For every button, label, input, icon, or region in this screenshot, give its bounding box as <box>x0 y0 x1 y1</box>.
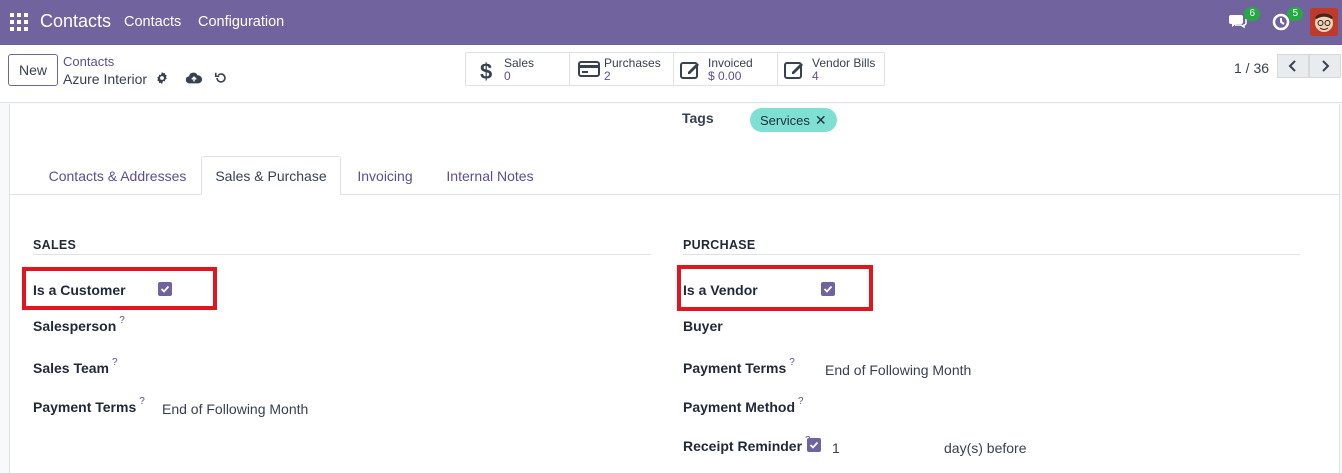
close-icon[interactable]: ✕ <box>815 112 827 129</box>
purchase-payment-terms-field[interactable]: End of Following Month <box>825 362 971 378</box>
vendor-bills-value: 4 <box>812 69 819 83</box>
tab-contacts-addresses[interactable]: Contacts & Addresses <box>34 156 201 195</box>
purchase-payment-terms-label: Payment Terms? <box>683 357 795 376</box>
tag-label: Services <box>760 112 810 128</box>
receipt-reminder-days-input[interactable]: 1 <box>832 440 840 456</box>
help-icon[interactable]: ? <box>112 357 118 368</box>
vendor-bills-label: Vendor Bills <box>812 56 876 70</box>
help-icon[interactable]: ? <box>139 396 145 407</box>
messages-icon[interactable]: 6 <box>1228 7 1260 33</box>
payment-method-label: Payment Method? <box>683 396 804 415</box>
salesperson-label: Salesperson? <box>33 315 125 334</box>
receipt-reminder-label: Receipt Reminder? <box>683 435 811 454</box>
purchases-smart-button[interactable]: Purchases 2 <box>570 53 674 85</box>
top-navbar: Contacts Contacts Configuration 6 5 <box>0 0 1342 45</box>
highlight-is-vendor <box>677 265 873 311</box>
app-name[interactable]: Contacts <box>40 11 111 32</box>
cloud-upload-icon[interactable] <box>185 71 203 86</box>
pager-previous-button[interactable] <box>1277 54 1309 78</box>
sales-value: 0 <box>504 69 511 83</box>
smart-buttons: $ Sales 0 Purchases 2 Invoiced $ 0.00 Ve… <box>465 52 885 86</box>
menu-configuration[interactable]: Configuration <box>198 14 284 30</box>
sales-payment-terms-field[interactable]: End of Following Month <box>162 401 308 417</box>
new-button[interactable]: New <box>8 54 58 86</box>
svg-text:$: $ <box>480 59 492 83</box>
activities-icon[interactable]: 5 <box>1271 7 1303 33</box>
sales-payment-terms-label: Payment Terms? <box>33 396 145 415</box>
highlight-is-customer <box>22 267 217 310</box>
discard-undo-icon[interactable] <box>214 71 229 86</box>
activities-badge: 5 <box>1287 7 1303 21</box>
check-icon <box>809 441 819 449</box>
pager-value[interactable]: 1 / 36 <box>1234 60 1269 76</box>
breadcrumb-contacts[interactable]: Contacts <box>63 54 114 69</box>
control-panel: New Contacts Azure Interior $ Sales 0 Pu… <box>0 45 1342 103</box>
sales-team-label: Sales Team? <box>33 357 118 376</box>
menu-contacts[interactable]: Contacts <box>124 14 181 30</box>
pager-next-button[interactable] <box>1309 54 1341 78</box>
tag-services[interactable]: Services ✕ <box>750 108 837 132</box>
sales-smart-button[interactable]: $ Sales 0 <box>466 53 570 85</box>
user-avatar[interactable] <box>1310 8 1338 36</box>
tab-internal-notes[interactable]: Internal Notes <box>429 156 551 195</box>
purchase-section-title: PURCHASE <box>683 238 756 252</box>
record-title: Azure Interior <box>63 71 148 87</box>
buyer-label: Buyer <box>683 318 723 334</box>
messages-badge: 6 <box>1244 7 1260 21</box>
invoiced-smart-button[interactable]: Invoiced $ 0.00 <box>674 53 778 85</box>
help-icon[interactable]: ? <box>798 396 804 407</box>
credit-card-icon <box>578 61 600 81</box>
sales-section-title: SALES <box>33 238 77 252</box>
sales-label: Sales <box>504 56 535 70</box>
help-icon[interactable]: ? <box>119 315 125 326</box>
tab-invoicing[interactable]: Invoicing <box>341 156 429 195</box>
help-icon[interactable]: ? <box>789 357 795 368</box>
dollar-icon: $ <box>476 59 496 84</box>
purchases-value: 2 <box>604 69 611 83</box>
edit-icon <box>784 60 804 80</box>
vendor-bills-smart-button[interactable]: Vendor Bills 4 <box>778 53 884 85</box>
chevron-left-icon <box>1288 60 1296 72</box>
gear-icon[interactable] <box>155 71 170 86</box>
edit-icon <box>680 60 700 80</box>
invoiced-value: $ 0.00 <box>708 69 742 83</box>
sales-section-divider <box>33 254 651 255</box>
purchases-label: Purchases <box>604 56 661 70</box>
tags-label: Tags <box>682 110 714 126</box>
purchase-section-divider <box>683 254 1300 255</box>
invoiced-label: Invoiced <box>708 56 753 70</box>
chevron-right-icon <box>1322 60 1330 72</box>
apps-menu-icon[interactable] <box>10 13 28 31</box>
receipt-reminder-checkbox[interactable] <box>807 438 821 452</box>
receipt-reminder-suffix: day(s) before <box>944 440 1027 456</box>
tab-sales-purchase[interactable]: Sales & Purchase <box>201 156 341 195</box>
